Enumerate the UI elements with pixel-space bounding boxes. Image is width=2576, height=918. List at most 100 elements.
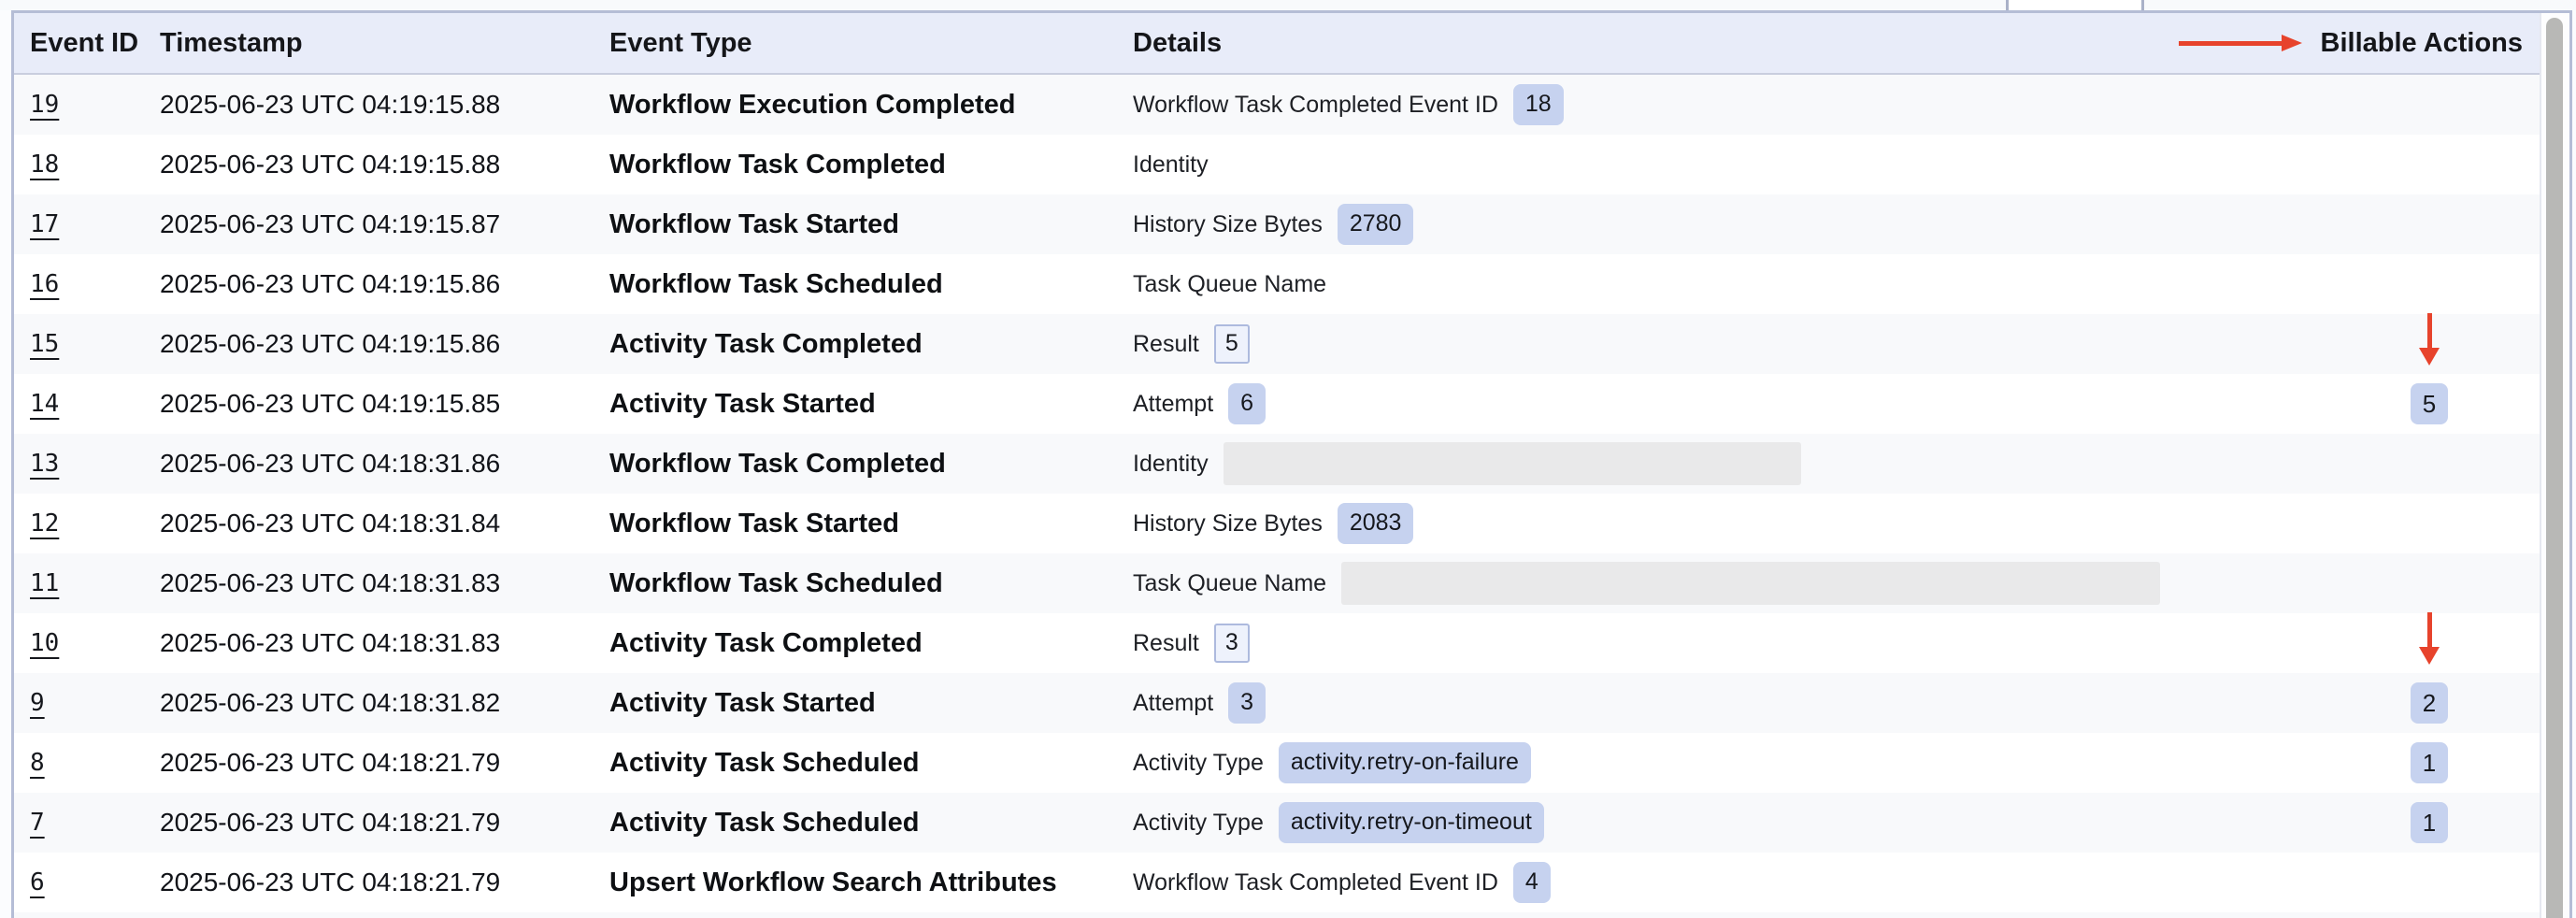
event-timestamp: 2025-06-23 UTC 04:19:15.86 [160, 329, 609, 359]
event-id-link[interactable]: 12 [30, 509, 59, 538]
event-type: Activity Task Scheduled [609, 808, 1133, 839]
detail-label: Workflow Task Completed Event ID [1133, 869, 1498, 896]
detail-label: Task Queue Name [1133, 570, 1326, 597]
table-row[interactable]: 9 2025-06-23 UTC 04:18:31.82 Activity Ta… [14, 673, 2540, 733]
event-history-table: Event ID Timestamp Event Type Details Bi… [11, 10, 2572, 918]
billable-actions-badge: 2 [2411, 682, 2448, 724]
column-header-event-type: Event Type [609, 28, 1133, 59]
event-id-link[interactable]: 18 [30, 151, 59, 179]
red-arrow-right-icon [2179, 35, 2302, 51]
table-row[interactable]: 6 2025-06-23 UTC 04:18:21.79 Upsert Work… [14, 853, 2540, 912]
table-row[interactable]: 12 2025-06-23 UTC 04:18:31.84 Workflow T… [14, 494, 2540, 553]
column-header-billable-actions: Billable Actions [2321, 28, 2523, 59]
detail-label: History Size Bytes [1133, 211, 1323, 238]
table-row[interactable]: 19 2025-06-23 UTC 04:19:15.88 Workflow E… [14, 75, 2540, 135]
event-timestamp: 2025-06-23 UTC 04:18:31.82 [160, 688, 609, 718]
event-details: Identity [1133, 442, 2319, 485]
event-details: Workflow Task Completed Event ID 18 [1133, 84, 2319, 125]
event-type: Workflow Task Started [609, 509, 1133, 539]
event-type: Activity Task Completed [609, 628, 1133, 659]
event-id-link[interactable]: 10 [30, 629, 59, 657]
detail-value-badge: 2083 [1338, 503, 1414, 544]
detail-label: Activity Type [1133, 750, 1264, 777]
event-details: Activity Type activity.retry-on-timeout [1133, 802, 2319, 843]
event-id-link[interactable]: 7 [30, 809, 45, 837]
red-arrow-down-icon [2419, 313, 2440, 366]
column-header-details: Details [1133, 28, 2179, 59]
red-arrow-down-icon [2419, 612, 2440, 665]
redacted-value-block [1224, 442, 1801, 485]
vertical-scrollbar[interactable] [2540, 13, 2569, 918]
billable-actions-cell [2319, 622, 2540, 665]
event-timestamp: 2025-06-23 UTC 04:18:31.83 [160, 628, 609, 658]
event-history-table-main: Event ID Timestamp Event Type Details Bi… [14, 13, 2540, 918]
table-row[interactable]: 15 2025-06-23 UTC 04:19:15.86 Activity T… [14, 314, 2540, 374]
table-row[interactable]: 7 2025-06-23 UTC 04:18:21.79 Activity Ta… [14, 793, 2540, 853]
event-timestamp: 2025-06-23 UTC 04:18:31.84 [160, 509, 609, 538]
scrollbar-thumb[interactable] [2546, 18, 2563, 918]
billable-actions-cell: 1 [2319, 742, 2540, 783]
detail-label: Activity Type [1133, 810, 1264, 837]
event-type: Workflow Task Completed [609, 449, 1133, 480]
cropped-control-above-table[interactable] [2006, 0, 2144, 10]
event-details: Identity [1133, 151, 2319, 179]
event-timestamp: 2025-06-23 UTC 04:19:15.88 [160, 150, 609, 179]
event-id-link[interactable]: 17 [30, 210, 59, 238]
table-row[interactable]: 11 2025-06-23 UTC 04:18:31.83 Workflow T… [14, 553, 2540, 613]
event-details: Activity Type activity.retry-on-failure [1133, 742, 2319, 783]
event-id-link[interactable]: 15 [30, 330, 59, 358]
detail-value-badge: activity.retry-on-failure [1279, 742, 1531, 783]
redacted-value-block [1341, 562, 2160, 605]
table-row[interactable]: 16 2025-06-23 UTC 04:19:15.86 Workflow T… [14, 254, 2540, 314]
detail-value-badge: 6 [1228, 383, 1266, 424]
column-header-event-id: Event ID [30, 28, 160, 59]
event-id-link[interactable]: 19 [30, 91, 59, 119]
detail-label: Result [1133, 630, 1199, 657]
event-history-table-header: Event ID Timestamp Event Type Details Bi… [14, 13, 2540, 75]
detail-label: Workflow Task Completed Event ID [1133, 92, 1498, 119]
detail-label: History Size Bytes [1133, 510, 1323, 538]
billable-actions-cell [2319, 323, 2540, 366]
event-timestamp: 2025-06-23 UTC 04:18:21.79 [160, 748, 609, 778]
event-type: Activity Task Completed [609, 329, 1133, 360]
table-row[interactable]: 10 2025-06-23 UTC 04:18:31.83 Activity T… [14, 613, 2540, 673]
table-row[interactable]: 8 2025-06-23 UTC 04:18:21.79 Activity Ta… [14, 733, 2540, 793]
event-details: Workflow Task Completed Event ID 4 [1133, 862, 2319, 903]
detail-value-badge: 4 [1513, 862, 1551, 903]
detail-value-badge: activity.retry-on-timeout [1279, 802, 1544, 843]
event-timestamp: 2025-06-23 UTC 04:18:31.86 [160, 449, 609, 479]
table-row[interactable]: 14 2025-06-23 UTC 04:19:15.85 Activity T… [14, 374, 2540, 434]
detail-label: Identity [1133, 451, 1209, 478]
detail-value-badge: 2780 [1338, 204, 1414, 245]
event-id-link[interactable]: 9 [30, 689, 45, 717]
event-type: Workflow Execution Completed [609, 90, 1133, 121]
event-type: Workflow Task Scheduled [609, 269, 1133, 300]
event-details: History Size Bytes 2780 [1133, 204, 2319, 245]
event-id-link[interactable]: 8 [30, 749, 45, 777]
event-timestamp: 2025-06-23 UTC 04:19:15.88 [160, 90, 609, 120]
billable-actions-cell: 2 [2319, 682, 2540, 724]
event-id-link[interactable]: 11 [30, 569, 59, 597]
event-details: Result 3 [1133, 624, 2319, 663]
event-id-link[interactable]: 14 [30, 390, 59, 418]
event-timestamp: 2025-06-23 UTC 04:19:15.85 [160, 389, 609, 419]
detail-value-badge: 3 [1228, 682, 1266, 724]
table-row[interactable]: 18 2025-06-23 UTC 04:19:15.88 Workflow T… [14, 135, 2540, 194]
event-id-link[interactable]: 16 [30, 270, 59, 298]
event-id-link[interactable]: 6 [30, 868, 45, 896]
event-timestamp: 2025-06-23 UTC 04:18:21.79 [160, 808, 609, 838]
table-row[interactable]: 17 2025-06-23 UTC 04:19:15.87 Workflow T… [14, 194, 2540, 254]
detail-value-code: 5 [1214, 324, 1250, 364]
detail-label: Task Queue Name [1133, 271, 1326, 298]
event-details: Task Queue Name [1133, 271, 2319, 298]
billable-actions-header: Billable Actions [2179, 28, 2530, 59]
event-type: Workflow Task Scheduled [609, 568, 1133, 599]
table-row[interactable]: 13 2025-06-23 UTC 04:18:31.86 Workflow T… [14, 434, 2540, 494]
detail-label: Attempt [1133, 391, 1213, 418]
event-type: Activity Task Started [609, 389, 1133, 420]
detail-label: Result [1133, 331, 1199, 358]
event-details: Attempt 6 [1133, 383, 2319, 424]
event-history-table-body: 19 2025-06-23 UTC 04:19:15.88 Workflow E… [14, 75, 2540, 918]
billable-actions-cell: 1 [2319, 802, 2540, 843]
event-id-link[interactable]: 13 [30, 450, 59, 478]
